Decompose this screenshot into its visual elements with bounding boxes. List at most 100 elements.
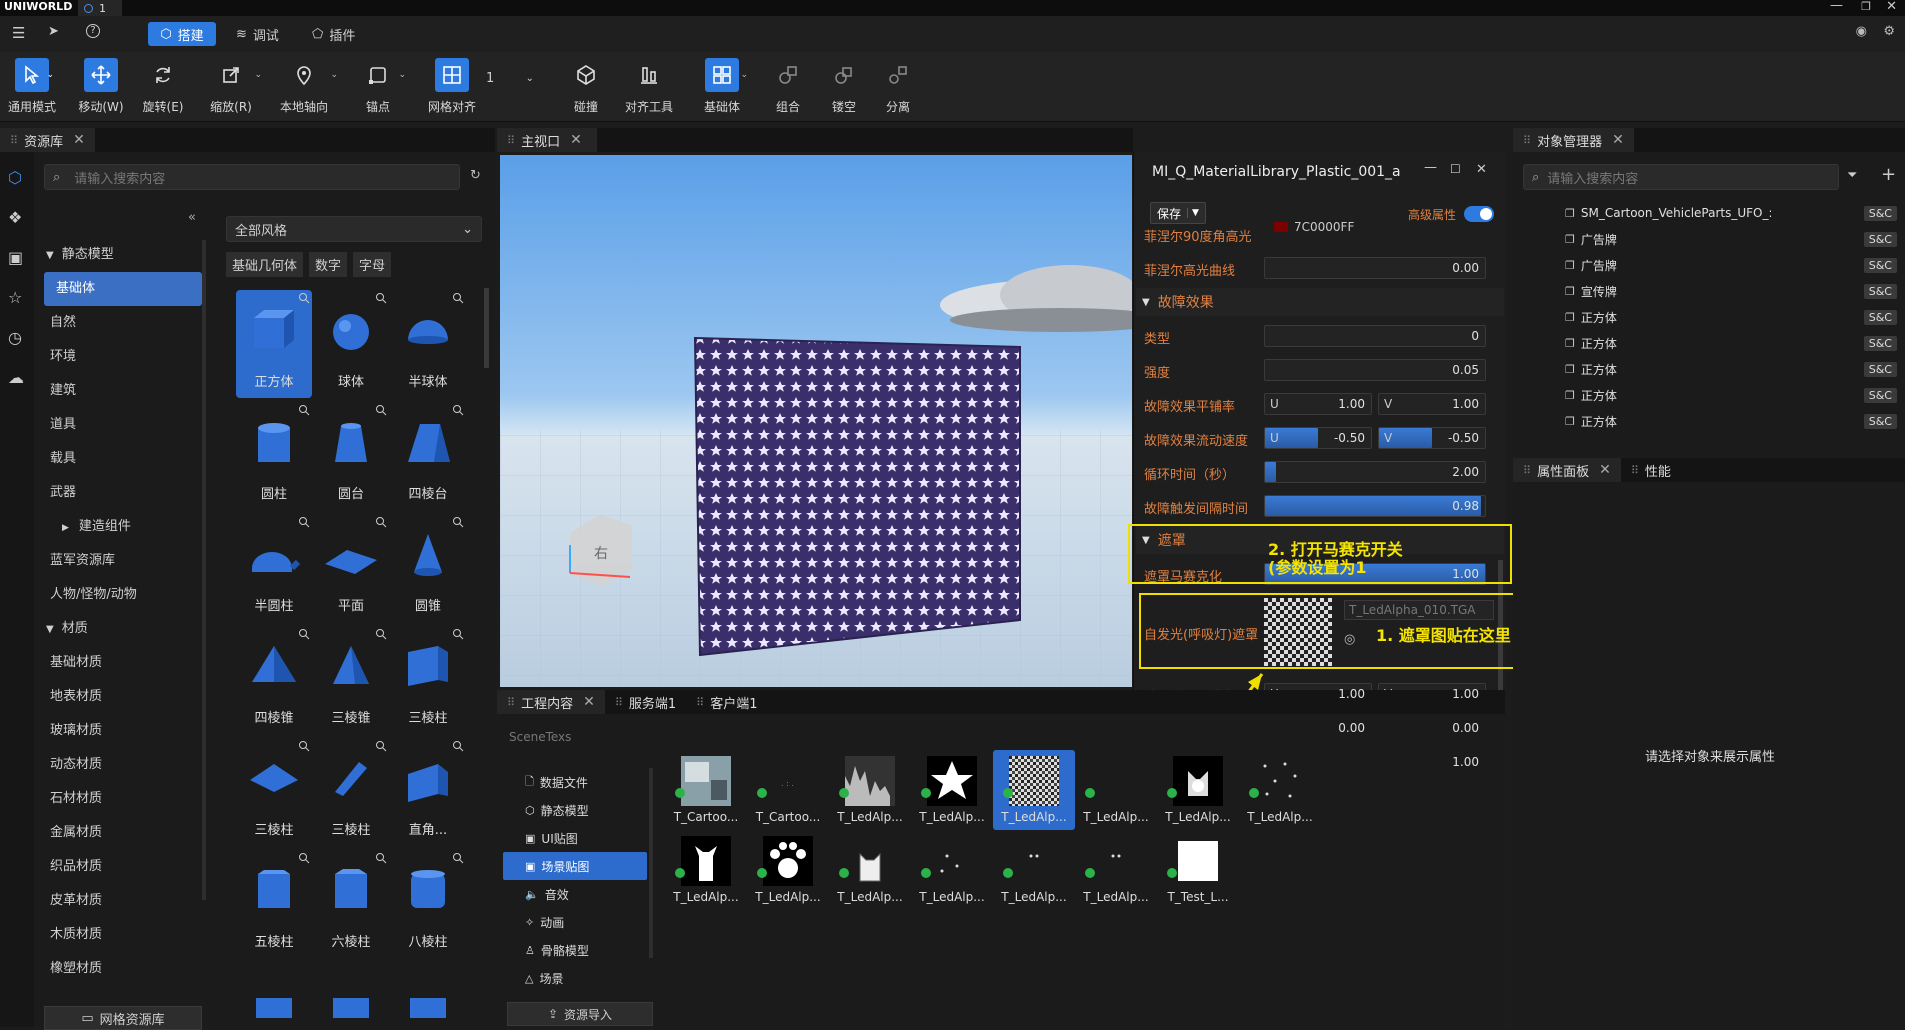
material-prop-field[interactable]: U -0.50 — [1264, 427, 1372, 449]
project-folder[interactable]: 🔈 音效 — [497, 880, 657, 908]
cloud-upload-icon[interactable]: ☁ — [8, 368, 24, 387]
texture-asset[interactable]: T_LedAlp... — [993, 750, 1075, 830]
help-icon[interactable]: ? — [86, 24, 100, 38]
zoom-icon[interactable] — [452, 404, 464, 416]
color-swatch[interactable] — [1274, 222, 1288, 232]
object-row[interactable]: ❐ 广告牌 S&C — [1513, 226, 1905, 252]
shape-asset[interactable]: 正方体 — [236, 290, 312, 398]
asset-tree-item[interactable]: 橡塑材质 — [38, 952, 208, 978]
project-folder[interactable]: ✧ 动画 — [497, 908, 657, 936]
tab-main-viewport[interactable]: ⠿ 主视口 ✕ — [497, 128, 597, 152]
shape-asset[interactable]: 三棱柱 — [236, 738, 312, 846]
material-prop-field[interactable]: V1.00 — [1378, 393, 1486, 415]
texture-asset[interactable]: T_LedAlp... — [993, 830, 1075, 910]
asset-tree-item[interactable]: 道具 — [38, 408, 208, 442]
asset-tree-item[interactable]: 自然 — [38, 306, 208, 340]
asset-tree-item[interactable]: 木质材质 — [38, 918, 208, 952]
tab-project-content[interactable]: ⠿ 工程内容 ✕ — [497, 690, 605, 714]
mode-plugin-tab[interactable]: ⬠ 插件 — [312, 22, 355, 46]
texture-asset[interactable]: T_LedAlp... — [1157, 750, 1239, 830]
shape-asset[interactable]: 半球体 — [390, 290, 466, 398]
asset-tree-item[interactable]: 武器 — [38, 476, 208, 510]
asset-tree-item[interactable]: 皮革材质 — [38, 884, 208, 918]
object-row[interactable]: ❐ 正方体 S&C — [1513, 330, 1905, 356]
object-row[interactable]: ❐ 正方体 S&C — [1513, 304, 1905, 330]
texture-asset[interactable]: T_LedAlp... — [1239, 750, 1321, 830]
shape-asset[interactable]: 球体 — [313, 290, 389, 398]
minimize-icon[interactable]: — — [1424, 160, 1437, 175]
import-assets-button[interactable]: ⇪ 资源导入 — [507, 1002, 653, 1026]
filter-icon[interactable]: ⏷ — [1847, 168, 1857, 183]
material-prop-field[interactable]: V -0.50 — [1378, 427, 1486, 449]
tab-properties[interactable]: ⠿ 属性面板 ✕ — [1513, 458, 1621, 482]
texture-asset[interactable]: T_LedAlp... — [1075, 830, 1157, 910]
tool-anchor[interactable]: ⌄ 锚点 — [356, 58, 406, 118]
close-icon[interactable]: ✕ — [1886, 0, 1897, 14]
material-prop-field[interactable]: 0.98 — [1264, 495, 1486, 517]
tool-rotate[interactable]: 旋转(E) — [138, 58, 188, 118]
zoom-icon[interactable] — [452, 740, 464, 752]
close-tab-icon[interactable]: ✕ — [583, 694, 595, 710]
asset-search-input[interactable]: ⌕ 请输入搜索内容 — [44, 164, 460, 190]
texture-asset[interactable]: T_LedAlp... — [829, 750, 911, 830]
texture-asset[interactable]: T_LedAlp... — [1075, 750, 1157, 830]
shape-asset[interactable]: 六棱柱 — [313, 850, 389, 958]
zoom-icon[interactable] — [452, 292, 464, 304]
asset-tree-item[interactable]: ▶ 建造组件 — [38, 510, 208, 544]
zoom-icon[interactable] — [452, 852, 464, 864]
document-tab[interactable]: 1 — [78, 0, 122, 16]
tab-client[interactable]: ⠿ 客户端1 — [686, 690, 767, 714]
shape-asset[interactable]: 三棱锥 — [313, 626, 389, 734]
asset-tree-item[interactable]: 动态材质 — [38, 748, 208, 782]
zoom-icon[interactable] — [375, 292, 387, 304]
zoom-icon[interactable] — [375, 516, 387, 528]
object-row[interactable]: ❐ 正方体 S&C — [1513, 382, 1905, 408]
close-tab-icon[interactable]: ✕ — [1599, 462, 1611, 478]
star-icon[interactable]: ☆ — [8, 288, 22, 307]
material-prop-field[interactable]: 0 — [1264, 325, 1486, 347]
grid-size-select[interactable]: 1 ⌄ — [482, 66, 538, 90]
close-icon[interactable]: ✕ — [1476, 162, 1487, 177]
toolbox-icon[interactable]: ▣ — [8, 248, 23, 267]
zoom-icon[interactable] — [298, 404, 310, 416]
advanced-toggle[interactable] — [1464, 206, 1494, 222]
hamburger-icon[interactable]: ☰ — [12, 24, 25, 42]
shape-asset[interactable]: 三棱柱 — [313, 738, 389, 846]
close-tab-icon[interactable]: ✕ — [1612, 132, 1624, 148]
tool-split[interactable]: 分离 — [876, 58, 920, 118]
asset-tree-item[interactable]: 基础体 — [44, 272, 202, 306]
asset-tree-item[interactable]: ▼ 材质 — [38, 612, 208, 646]
object-row[interactable]: ❐ SM_Cartoon_VehicleParts_UFO_: S&C — [1513, 200, 1905, 226]
shape-asset[interactable]: 八棱柱 — [390, 850, 466, 958]
asset-tree-item[interactable]: 石材材质 — [38, 782, 208, 816]
object-row[interactable]: ❐ 宣传牌 S&C — [1513, 278, 1905, 304]
project-folder[interactable]: ▣ UI贴图 — [497, 824, 657, 852]
shape-asset[interactable]: 圆柱 — [236, 402, 312, 510]
tool-scale[interactable]: ⌄ 缩放(R) — [206, 58, 262, 118]
tool-local-axis[interactable]: ⌄ 本地轴向 — [276, 58, 338, 118]
tool-group[interactable]: 组合 — [766, 58, 810, 118]
project-folder[interactable]: ⬡ 静态模型 — [497, 796, 657, 824]
grid-library-button[interactable]: ▭ 网格资源库 — [44, 1006, 202, 1030]
tool-select[interactable]: ⌄ 通用模式 — [4, 58, 60, 118]
zoom-icon[interactable] — [298, 292, 310, 304]
zoom-icon[interactable] — [375, 628, 387, 640]
add-icon[interactable]: + — [1881, 164, 1896, 185]
tool-move[interactable]: 移动(W) — [76, 58, 126, 118]
texture-asset[interactable]: T_LedAlp... — [829, 830, 911, 910]
shapes-icon[interactable]: ⬡ — [8, 168, 22, 187]
tool-basic-shapes[interactable]: ⌄ 基础体 — [694, 58, 750, 118]
shape-asset[interactable]: 四棱锥 — [236, 626, 312, 734]
caret-down-icon[interactable]: ▼ — [1187, 208, 1203, 218]
send-icon[interactable]: ➤ — [48, 24, 59, 39]
tool-collision[interactable]: 碰撞 — [564, 58, 608, 118]
maximize-icon[interactable]: ☐ — [1450, 162, 1461, 176]
project-folder[interactable]: ▣ 场景贴图 — [503, 852, 647, 880]
object-row[interactable]: ❐ 广告牌 S&C — [1513, 252, 1905, 278]
zoom-icon[interactable] — [375, 404, 387, 416]
zoom-icon[interactable] — [298, 516, 310, 528]
project-folder[interactable]: △ 场景 — [497, 964, 657, 992]
material-prop-field[interactable]: 0.05 — [1264, 359, 1486, 381]
zoom-icon[interactable] — [375, 852, 387, 864]
eye-icon[interactable]: ◉ — [1856, 24, 1867, 39]
